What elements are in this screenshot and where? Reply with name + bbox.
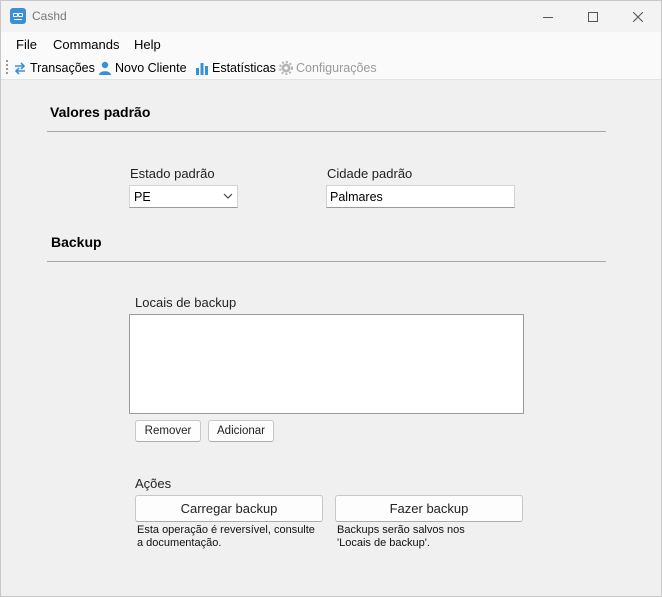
bar-chart-icon [195, 61, 209, 75]
acoes-label: Ações [135, 476, 172, 491]
backup-separator [47, 261, 606, 262]
maximize-icon [588, 11, 598, 22]
toolbar-grip[interactable] [6, 60, 8, 74]
app-logo-icon [10, 8, 26, 24]
close-button[interactable] [615, 1, 661, 32]
estado-padrao-label: Estado padrão [130, 166, 215, 181]
chevron-down-icon [223, 193, 233, 199]
remover-button[interactable]: Remover [135, 420, 201, 442]
carregar-backup-note: Esta operação é reversível, consulte a d… [137, 524, 315, 549]
gear-icon [279, 60, 293, 75]
close-icon [633, 11, 643, 22]
menu-help[interactable]: Help [134, 37, 161, 52]
estatisticas-label: Estatísticas [212, 60, 276, 75]
title-bar: Cashd [1, 1, 661, 32]
menu-commands[interactable]: Commands [53, 37, 119, 52]
backup-title: Backup [51, 234, 102, 250]
carregar-backup-button[interactable]: Carregar backup [135, 495, 323, 522]
exchange-arrows-icon [13, 61, 27, 75]
estado-padrao-select[interactable]: PE [129, 185, 238, 208]
menu-file[interactable]: File [16, 37, 37, 52]
minimize-icon [543, 16, 553, 18]
valores-padrao-title: Valores padrão [50, 104, 151, 120]
transacoes-label: Transações [30, 60, 95, 75]
novo-cliente-button[interactable]: Novo Cliente [98, 59, 187, 76]
transacoes-button[interactable]: Transações [13, 59, 95, 76]
maximize-button[interactable] [570, 1, 616, 32]
configuracoes-label: Configurações [296, 60, 377, 75]
minimize-button[interactable] [525, 1, 571, 32]
menu-bar: File Commands Help [1, 32, 661, 55]
cidade-padrao-input[interactable] [326, 185, 515, 208]
user-icon [98, 61, 112, 75]
app-window: Cashd File Commands Help Transações Novo… [0, 0, 662, 597]
toolbar: Transações Novo Cliente Estatísticas Con… [1, 55, 661, 80]
estatisticas-button[interactable]: Estatísticas [195, 59, 276, 76]
adicionar-button[interactable]: Adicionar [208, 420, 274, 442]
fazer-backup-note: Backups serão salvos nos 'Locais de back… [337, 524, 465, 549]
cidade-padrao-label: Cidade padrão [327, 166, 413, 181]
window-title: Cashd [32, 9, 67, 23]
locais-backup-label: Locais de backup [135, 295, 237, 310]
configuracoes-button[interactable]: Configurações [279, 59, 377, 76]
estado-padrao-value: PE [134, 190, 151, 204]
novo-cliente-label: Novo Cliente [115, 60, 187, 75]
valores-separator [47, 131, 606, 132]
locais-backup-list[interactable] [129, 314, 524, 414]
fazer-backup-button[interactable]: Fazer backup [335, 495, 523, 522]
